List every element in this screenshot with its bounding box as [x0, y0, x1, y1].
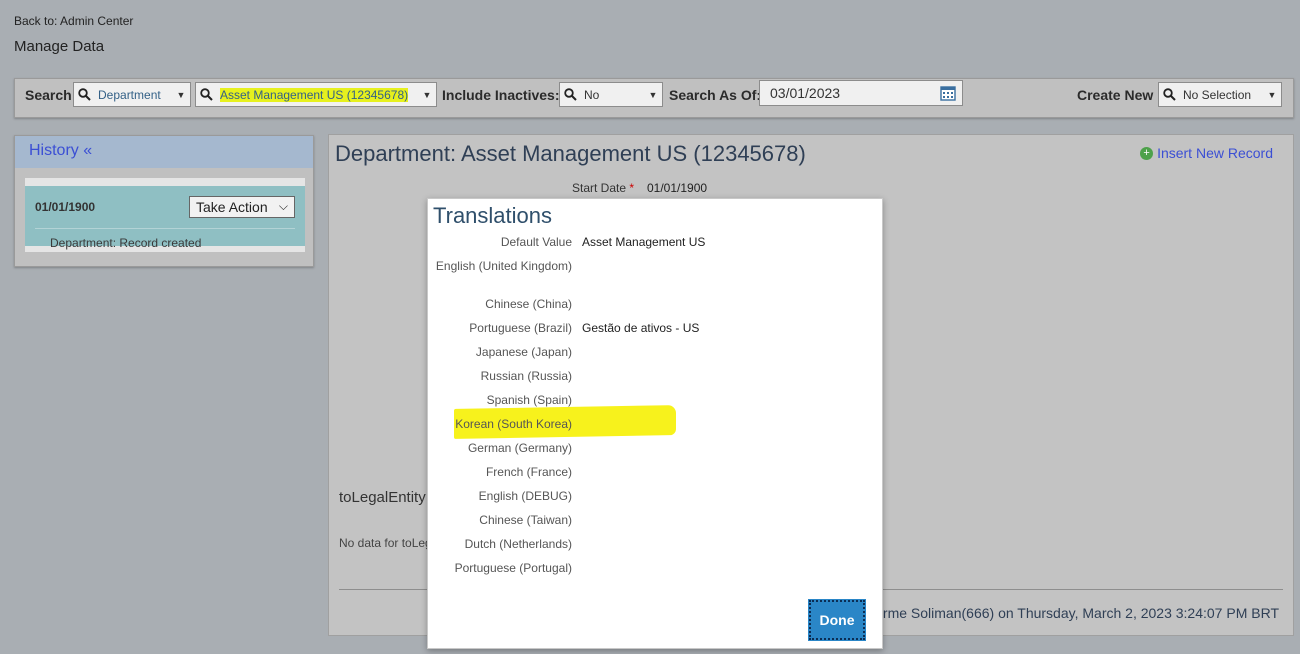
translation-language-label: Japanese (Japan) — [475, 345, 572, 359]
translation-language-label: Chinese (China) — [485, 297, 572, 311]
to-legal-entity-label: toLegalEntity — [339, 489, 426, 506]
search-as-of-date-input[interactable]: 03/01/2023 — [759, 80, 963, 106]
last-modified-text: erme Soliman(666) on Thursday, March 2, … — [875, 605, 1279, 621]
translation-language-label: English (United Kingdom) — [435, 259, 572, 273]
translation-language-label: French (France) — [485, 465, 572, 479]
insert-new-record-link[interactable]: + Insert New Record — [1140, 145, 1273, 161]
create-new-label: Create New — [1077, 87, 1154, 103]
include-inactives-value: No — [584, 87, 600, 102]
translation-language-label: Chinese (Taiwan) — [479, 513, 572, 527]
no-data-text: No data for toLeg — [339, 536, 432, 550]
start-date-value: 01/01/1900 — [647, 181, 708, 195]
translation-language-label: Default Value — [500, 235, 572, 249]
include-inactives-label: Include Inactives: — [442, 87, 560, 103]
object-type-select[interactable]: Department ▼ — [73, 82, 191, 107]
search-as-of-label: Search As Of: — [669, 87, 762, 103]
take-action-button[interactable]: Take Action ⌵ — [189, 196, 295, 218]
required-marker: * — [629, 181, 635, 195]
translation-language-label: Korean (South Korea) — [455, 417, 572, 431]
calendar-icon[interactable] — [940, 85, 956, 104]
translation-language-label: Russian (Russia) — [480, 369, 572, 383]
search-as-of-value: 03/01/2023 — [770, 85, 841, 101]
object-search-select[interactable]: Asset Management US (12345678) ▼ — [195, 82, 437, 107]
history-record-date: 01/01/1900 — [35, 200, 96, 214]
translation-language-label: Portuguese (Brazil) — [469, 321, 572, 335]
page-title: Manage Data — [14, 38, 105, 55]
chevron-down-icon: ▼ — [648, 89, 658, 100]
translation-language-label: Dutch (Netherlands) — [464, 537, 572, 551]
search-icon — [196, 83, 216, 106]
back-to-admin-center-link[interactable]: Back to: Admin Center — [14, 14, 133, 28]
translation-language-label: English (DEBUG) — [478, 489, 572, 503]
chevron-down-icon: ⌵ — [278, 199, 288, 213]
chevron-down-icon: ▼ — [1267, 89, 1277, 100]
translation-language-label: German (Germany) — [467, 441, 572, 455]
create-new-select[interactable]: No Selection ▼ — [1158, 82, 1282, 107]
divider — [35, 228, 295, 229]
object-type-value: Department — [98, 87, 161, 102]
chevron-down-icon: ▼ — [422, 89, 432, 100]
search-bar: Search Department ▼ Asset Management US … — [14, 78, 1294, 118]
dialog-title: Translations — [433, 203, 553, 228]
translation-value[interactable]: Gestão de ativos - US — [582, 321, 699, 335]
history-record[interactable]: 01/01/1900 Take Action ⌵ Department: Rec… — [25, 178, 305, 252]
start-date-label-text: Start Date — [572, 181, 627, 195]
include-inactives-select[interactable]: No ▼ — [559, 82, 663, 107]
plus-circle-icon: + — [1140, 146, 1154, 160]
search-icon — [74, 83, 94, 106]
translation-language-label: Portuguese (Portugal) — [454, 561, 572, 575]
record-title: Department: Asset Management US (1234567… — [335, 141, 806, 166]
chevron-down-icon: ▼ — [176, 89, 186, 100]
search-icon — [560, 83, 580, 106]
start-date-label: Start Date * — [572, 181, 634, 195]
insert-new-record-label: Insert New Record — [1157, 145, 1273, 161]
object-search-value: Asset Management US (12345678) — [216, 87, 418, 102]
translation-value[interactable]: Asset Management US — [582, 235, 705, 249]
done-button[interactable]: Done — [808, 599, 866, 641]
translation-language-label: Spanish (Spain) — [486, 393, 572, 407]
search-label: Search — [25, 87, 72, 103]
translations-dialog: Translations Default Value Asset Manageme… — [427, 198, 883, 649]
history-panel: History « 01/01/1900 Take Action ⌵ Depar… — [14, 135, 314, 267]
search-icon — [1159, 83, 1179, 106]
take-action-label: Take Action — [196, 199, 268, 215]
history-record-text: Department: Record created — [50, 236, 202, 250]
history-toggle[interactable]: History « — [15, 136, 313, 168]
object-search-value-text: Asset Management US (12345678) — [220, 87, 409, 102]
create-new-value: No Selection — [1183, 87, 1252, 102]
